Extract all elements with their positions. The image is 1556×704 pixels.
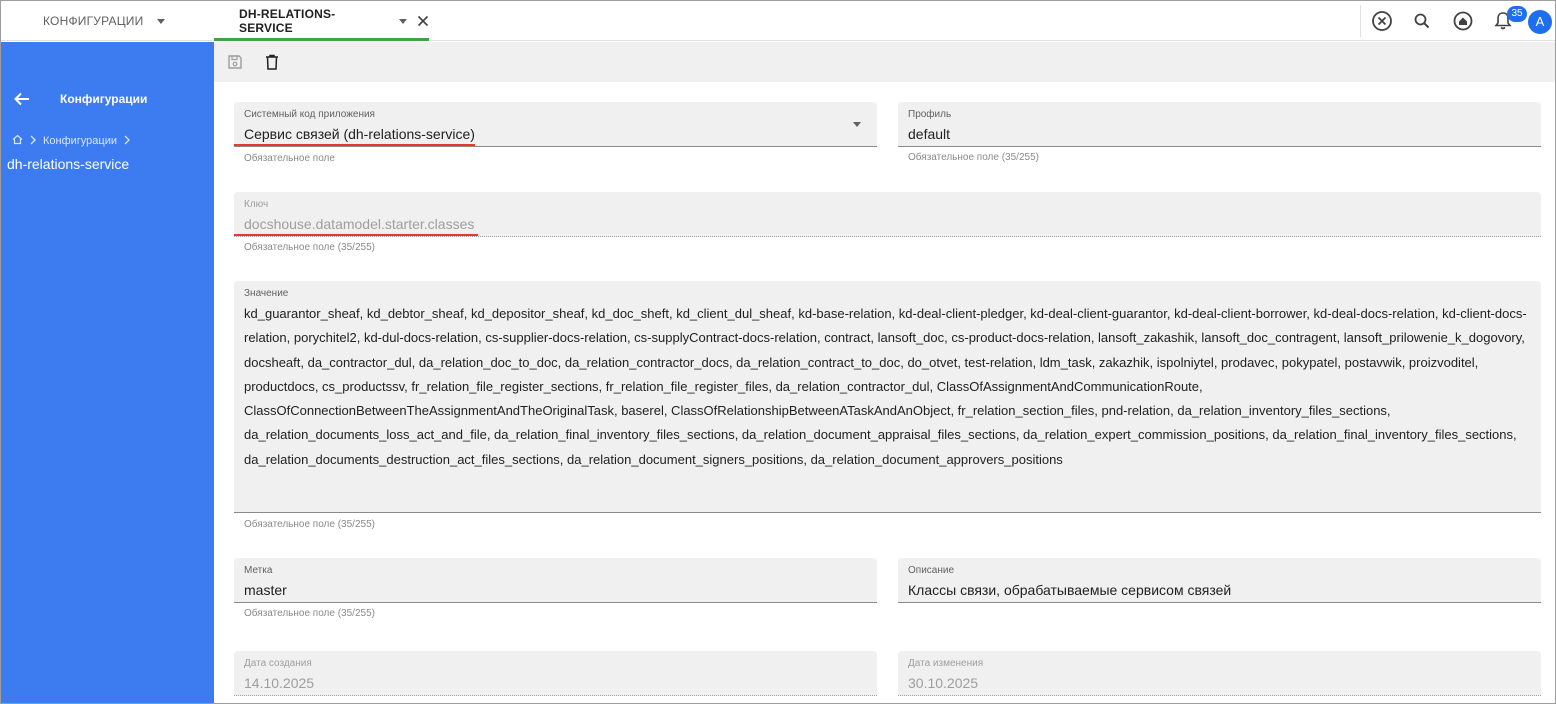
description-field[interactable]: Описание Классы связи, обрабатываемые се… <box>898 558 1541 603</box>
modified-date-label: Дата изменения <box>908 658 984 669</box>
system-code-label: Системный код приложения <box>244 109 375 120</box>
highlight-underline <box>234 234 478 236</box>
chevron-down-icon[interactable] <box>399 18 407 24</box>
created-date-field: Дата создания 14.10.2025 <box>234 651 877 696</box>
home-icon[interactable] <box>1452 10 1474 32</box>
app-window: КОНФИГУРАЦИИ DH-RELATIONS-SERVICE 35 A К… <box>0 0 1556 704</box>
value-textarea[interactable]: Значение kd_guarantor_sheaf, kd_debtor_s… <box>234 281 1541 513</box>
chevron-down-icon[interactable] <box>157 18 166 24</box>
back-arrow-icon[interactable] <box>13 91 31 107</box>
notification-badge: 35 <box>1507 6 1527 22</box>
breadcrumb: Конфигурации <box>12 134 131 148</box>
created-date-value: 14.10.2025 <box>244 675 315 691</box>
system-code-value: Сервис связей (dh-relations-service) <box>244 126 475 142</box>
key-hint: Обязательное поле (35/255) <box>244 242 375 253</box>
breadcrumb-item-configurations[interactable]: Конфигурации <box>43 135 117 147</box>
modified-date-field: Дата изменения 30.10.2025 <box>898 651 1541 696</box>
system-code-hint: Обязательное поле <box>244 153 335 164</box>
delete-icon[interactable] <box>263 53 281 71</box>
tab-configurations[interactable]: КОНФИГУРАЦИИ <box>43 1 166 41</box>
description-value: Классы связи, обрабатываемые сервисом св… <box>908 582 1232 598</box>
topbar-divider <box>1360 5 1361 37</box>
tab-configurations-label: КОНФИГУРАЦИИ <box>43 14 144 28</box>
tag-hint: Обязательное поле (35/255) <box>244 608 375 619</box>
breadcrumb-current: dh-relations-service <box>7 156 130 172</box>
description-label: Описание <box>908 565 955 576</box>
top-bar: КОНФИГУРАЦИИ DH-RELATIONS-SERVICE 35 A <box>1 1 1555 41</box>
sidebar-title: Конфигурации <box>60 92 148 106</box>
save-icon[interactable] <box>226 53 244 71</box>
system-code-select[interactable]: Системный код приложения Сервис связей (… <box>234 102 877 147</box>
tab-dh-relations-service[interactable]: DH-RELATIONS-SERVICE <box>214 1 429 41</box>
profile-field[interactable]: Профиль default <box>898 102 1541 147</box>
key-field: Ключ docshouse.datamodel.starter.classes <box>234 192 1541 237</box>
chevron-down-icon[interactable] <box>853 122 861 127</box>
close-circle-icon[interactable] <box>1371 10 1393 32</box>
chevron-right-icon <box>123 135 131 148</box>
value-label: Значение <box>244 288 289 299</box>
home-icon[interactable] <box>12 134 23 148</box>
tag-value: master <box>244 582 287 598</box>
profile-value: default <box>908 126 951 142</box>
avatar[interactable]: A <box>1528 10 1552 34</box>
tag-field[interactable]: Метка master <box>234 558 877 603</box>
profile-hint: Обязательное поле (35/255) <box>908 152 1039 163</box>
modified-date-value: 30.10.2025 <box>908 675 979 691</box>
toolbar <box>214 42 1555 82</box>
sidebar: Конфигурации Конфигурации dh-relations-s… <box>1 42 214 703</box>
highlight-underline <box>234 144 475 146</box>
key-label: Ключ <box>244 199 269 210</box>
value-hint: Обязательное поле (35/255) <box>244 519 375 530</box>
key-value: docshouse.datamodel.starter.classes <box>244 216 475 232</box>
value-text: kd_guarantor_sheaf, kd_debtor_sheaf, kd_… <box>244 306 1527 467</box>
created-date-label: Дата создания <box>244 658 312 669</box>
profile-label: Профиль <box>908 109 952 120</box>
close-icon[interactable] <box>417 15 429 27</box>
chevron-right-icon <box>29 135 37 148</box>
search-icon[interactable] <box>1411 10 1433 32</box>
tag-label: Метка <box>244 565 273 576</box>
form-content: Системный код приложения Сервис связей (… <box>214 82 1555 703</box>
tab-active-label: DH-RELATIONS-SERVICE <box>239 7 336 35</box>
